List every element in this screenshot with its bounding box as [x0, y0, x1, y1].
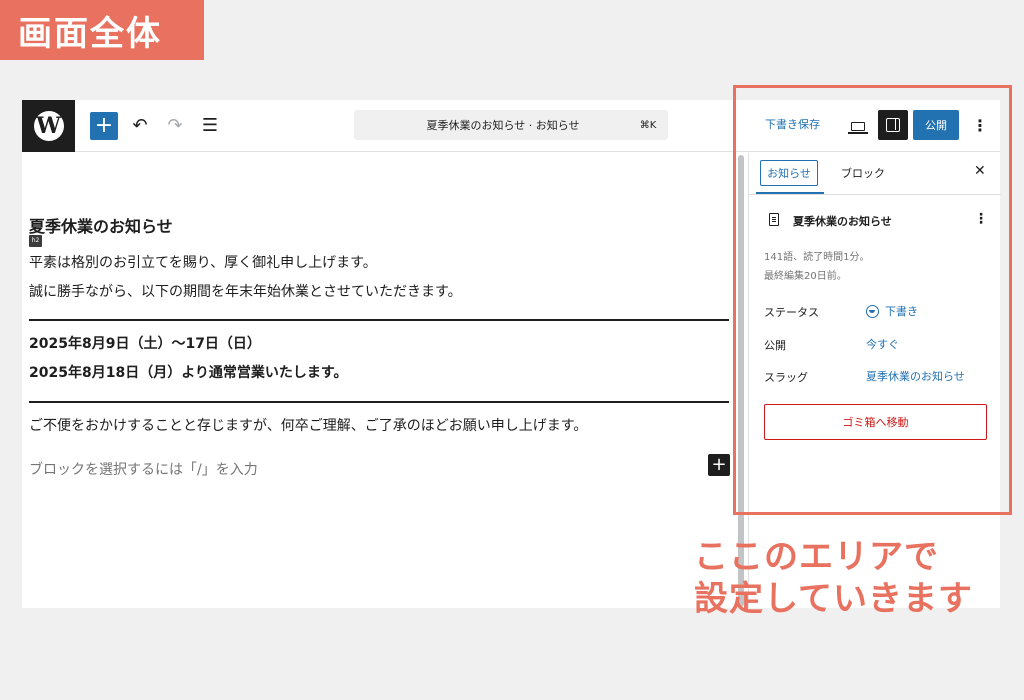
heading-level-badge[interactable]: h2 [29, 235, 42, 247]
separator-block[interactable] [29, 319, 729, 321]
heading-block[interactable]: 夏季休業のお知らせ [29, 213, 173, 237]
inline-inserter-button[interactable]: + [708, 454, 730, 476]
wordpress-logo-button[interactable]: W [22, 100, 75, 152]
page-title-banner: 画面全体 [0, 0, 204, 60]
undo-icon[interactable]: ↶ [126, 112, 154, 140]
highlight-frame [733, 85, 1012, 515]
separator-block[interactable] [29, 401, 729, 403]
command-bar-title: 夏季休業のお知らせ · お知らせ [426, 119, 580, 132]
block-inserter-button[interactable]: + [90, 112, 118, 140]
command-palette-bar[interactable]: 夏季休業のお知らせ · お知らせ ⌘K [354, 110, 668, 140]
annotation-line-2: 設定していきます [694, 579, 973, 619]
list-view-icon[interactable]: ☰ [196, 112, 224, 140]
paragraph-block[interactable]: ご不便をおかけすることと存じますが、何卒ご理解、ご了承のほどお願い申し上げます。 [29, 415, 587, 435]
paragraph-block-date[interactable]: 2025年8月9日（土）〜17日（日） [29, 333, 261, 353]
annotation-text: ここのエリアで 設定していきます [694, 536, 973, 620]
wordpress-logo-icon: W [33, 111, 64, 141]
editor-canvas[interactable]: 夏季休業のお知らせ h2 平素は格別のお引立てを賜り、厚く御礼申し上げます。 誠… [22, 153, 736, 608]
command-shortcut: ⌘K [639, 119, 657, 131]
block-placeholder[interactable]: ブロックを選択するには「/」を入力 [29, 459, 258, 479]
paragraph-block[interactable]: 平素は格別のお引立てを賜り、厚く御礼申し上げます。 [29, 252, 377, 272]
paragraph-block[interactable]: 誠に勝手ながら、以下の期間を年末年始休業とさせていただきます。 [29, 281, 462, 301]
paragraph-block-date[interactable]: 2025年8月18日（月）より通常営業いたします。 [29, 362, 348, 382]
redo-icon[interactable]: ↷ [161, 112, 189, 140]
annotation-line-1: ここのエリアで [694, 537, 939, 577]
